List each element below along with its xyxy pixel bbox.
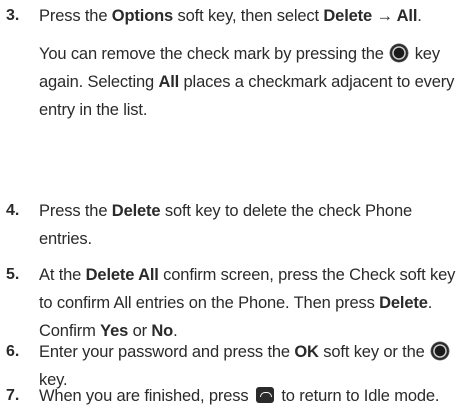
step-text: At the Delete All confirm screen, press … <box>39 261 469 345</box>
step-text: Press the Options soft key, then select … <box>39 2 469 124</box>
text-run: to return to Idle mode. <box>276 387 440 405</box>
bold-term: Delete → All <box>323 7 418 25</box>
bold-term: Delete All <box>85 266 159 284</box>
text-line: You can remove the check mark by pressin… <box>39 40 469 68</box>
text-run: soft key, then select <box>173 7 324 25</box>
step-number: 7. <box>6 387 20 404</box>
bold-term: Delete <box>379 294 428 312</box>
text-run: places a checkmark adjacent to every <box>179 73 455 91</box>
text-line: At the Delete All confirm screen, press … <box>39 261 469 289</box>
step-number: 6. <box>6 343 20 360</box>
text-line <box>39 30 469 40</box>
step-number: 4. <box>6 202 20 219</box>
text-line: entries. <box>39 225 469 253</box>
text-line: When you are finished, press to return t… <box>39 382 469 410</box>
text-run: entries. <box>39 230 92 248</box>
text-line: entry in the list. <box>39 96 469 124</box>
bold-term: Delete <box>111 202 161 220</box>
step-number: 5. <box>6 266 20 283</box>
text-run: Press the <box>39 202 112 220</box>
text-run: soft key to delete the check Phone <box>160 202 413 220</box>
text-run: entry in the list. <box>39 101 148 119</box>
bold-term: Options <box>111 7 174 25</box>
text-line: Press the Options soft key, then select … <box>39 2 469 30</box>
bold-term: OK <box>294 343 319 361</box>
text-run: key <box>410 45 440 63</box>
text-run: . <box>427 294 433 312</box>
text-run: again. Selecting <box>39 73 159 91</box>
bold-term: All <box>158 73 180 91</box>
text-run: to confirm All entries on the Phone. The… <box>39 294 380 312</box>
text-line: to confirm All entries on the Phone. The… <box>39 289 469 317</box>
text-run: . <box>417 7 422 25</box>
manual-page: 3. Press the Options soft key, then sele… <box>0 0 470 405</box>
text-run: At the <box>39 266 86 284</box>
center-key-icon <box>390 44 409 62</box>
text-line: again. Selecting All places a checkmark … <box>39 68 469 96</box>
step-text: Press the Delete soft key to delete the … <box>39 197 469 253</box>
text-run: Enter your password and press the <box>39 343 295 361</box>
text-run: You can remove the check mark by pressin… <box>39 45 389 63</box>
step-number: 3. <box>6 7 20 24</box>
text-line: Enter your password and press the OK sof… <box>39 338 469 366</box>
text-run: Press the <box>39 7 112 25</box>
text-run: When you are finished, press <box>39 387 253 405</box>
text-run: confirm screen, press the Check soft key <box>158 266 456 284</box>
center-key-icon <box>431 342 450 360</box>
text-line: Press the Delete soft key to delete the … <box>39 197 469 225</box>
text-run: soft key or the <box>318 343 430 361</box>
step-text: When you are finished, press to return t… <box>39 382 469 410</box>
end-key-icon <box>255 387 274 403</box>
